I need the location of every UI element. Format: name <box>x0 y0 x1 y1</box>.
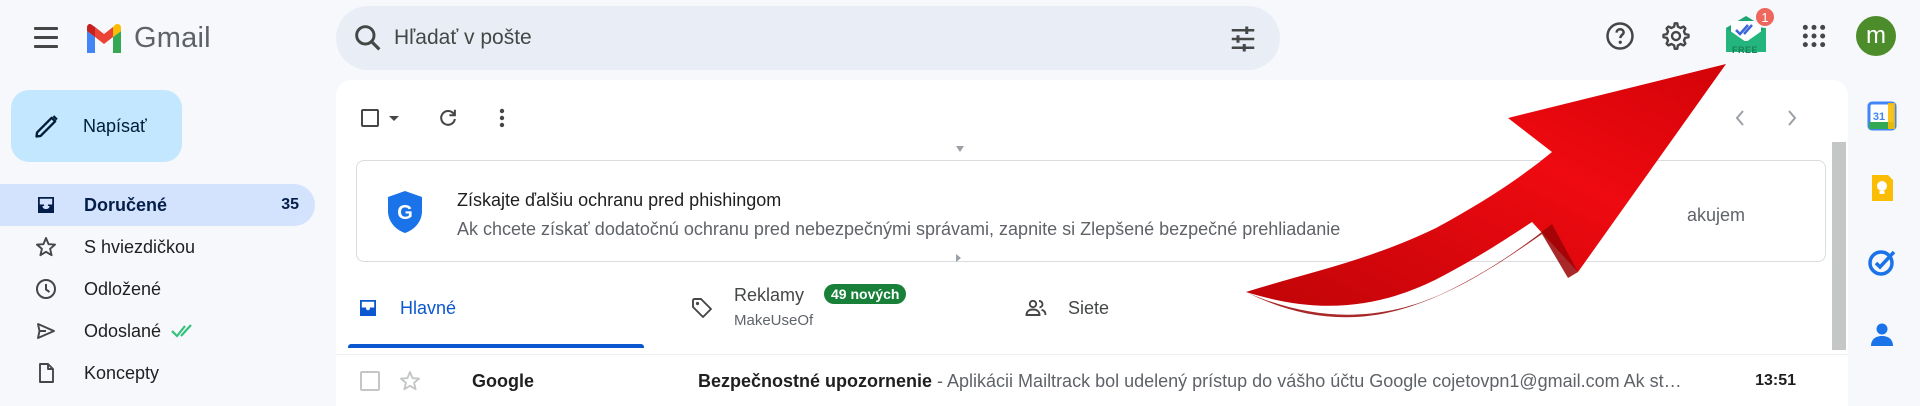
shield-icon: G <box>388 191 422 233</box>
gear-icon <box>1662 22 1690 50</box>
sidebar-item-label: S hviezdičkou <box>84 237 196 257</box>
sidebar-item-drafts[interactable]: Koncepty <box>0 352 315 394</box>
email-preview: Bezpečnostné upozornenie - Aplikácii Mai… <box>698 371 1722 392</box>
main-menu-button[interactable] <box>30 22 66 52</box>
email-sender: Google <box>472 371 534 391</box>
refresh-icon <box>440 109 456 126</box>
banner-text: Ak chcete získať dodatočnú ochranu pred … <box>457 219 1341 239</box>
email-row[interactable]: Google Bezpečnostné upozornenie - Apliká… <box>336 354 1848 406</box>
unread-count: 35 <box>281 196 299 213</box>
gmail-m-icon <box>87 24 121 53</box>
apps-grid-icon <box>1802 24 1826 48</box>
older-page-button[interactable] <box>1774 100 1810 136</box>
newer-page-button[interactable] <box>1722 100 1758 136</box>
account-avatar[interactable]: m <box>1856 16 1896 56</box>
mailtrack-plan-label: FREE <box>1732 45 1759 55</box>
google-apps-button[interactable] <box>1796 18 1832 54</box>
pencil-icon <box>35 115 58 138</box>
svg-text:31: 31 <box>1873 111 1885 123</box>
sidebar-item-sent[interactable]: Odoslané <box>0 310 315 352</box>
settings-button[interactable] <box>1658 18 1694 54</box>
star-icon <box>36 237 56 257</box>
contacts-icon[interactable] <box>1866 318 1898 350</box>
send-icon <box>37 323 55 339</box>
star-icon[interactable] <box>398 369 422 393</box>
row-checkbox[interactable] <box>360 371 380 391</box>
notification-badge: 1 <box>1754 6 1776 28</box>
mail-list-panel: G Získajte ďalšiu ochranu pred phishingo… <box>336 80 1848 406</box>
sidebar-item-label: Doručené <box>84 195 168 215</box>
search-icon[interactable] <box>352 22 384 54</box>
tag-icon <box>692 298 712 318</box>
email-snippet: - Aplikácii Mailtrack bol udelený prístu… <box>932 371 1682 391</box>
tab-social[interactable]: Siete <box>1004 268 1324 344</box>
more-options-button[interactable] <box>484 100 520 136</box>
inbox-icon <box>360 300 376 316</box>
svg-text:G: G <box>397 202 413 224</box>
phishing-protection-banner: G Získajte ďalšiu ochranu pred phishingo… <box>356 160 1826 262</box>
chevron-left-icon <box>1735 110 1744 126</box>
people-icon <box>1025 299 1047 316</box>
more-vertical-icon <box>499 108 505 128</box>
dismiss-button[interactable]: akujem <box>1687 205 1745 226</box>
email-time: 13:51 <box>1755 372 1796 389</box>
sidebar-item-label: Odoslané <box>84 321 162 341</box>
compose-button[interactable]: Napísať <box>11 90 182 162</box>
gmail-logo[interactable]: Gmail <box>84 18 211 58</box>
compose-label: Napísať <box>83 116 147 136</box>
search-bar[interactable] <box>336 6 1280 70</box>
caret-down-icon <box>389 115 399 121</box>
select-all-checkbox[interactable] <box>352 100 408 136</box>
search-input[interactable] <box>394 20 1154 56</box>
new-count-badge: 49 nových <box>824 284 907 304</box>
tab-promotions[interactable]: Reklamy 49 nových MakeUseOf <box>670 268 990 344</box>
sidebar-item-label: Odložené <box>84 279 162 299</box>
checkbox-icon <box>361 109 379 127</box>
keep-icon[interactable] <box>1866 172 1898 204</box>
mailtrack-check-icon <box>171 324 192 338</box>
sidebar-item-label: Koncepty <box>84 363 160 383</box>
tab-label: Reklamy <box>734 285 805 305</box>
help-icon <box>1606 22 1634 50</box>
tab-label: Siete <box>1068 298 1110 318</box>
banner-title: Získajte ďalšiu ochranu pred phishingom <box>457 190 782 210</box>
draft-icon <box>39 363 54 383</box>
refresh-button[interactable] <box>430 100 466 136</box>
tab-sender-preview: MakeUseOf <box>734 312 814 329</box>
support-button[interactable] <box>1602 18 1638 54</box>
inbox-icon <box>38 197 54 213</box>
tab-label: Hlavné <box>400 298 457 318</box>
resize-handle-icon <box>956 254 961 262</box>
email-subject: Bezpečnostné upozornenie <box>698 371 933 391</box>
scrollbar[interactable] <box>1832 142 1846 350</box>
search-options-icon[interactable] <box>1228 24 1258 54</box>
collapse-arrow-icon <box>956 146 964 152</box>
gmail-wordmark: Gmail <box>134 21 211 54</box>
calendar-icon[interactable]: 31 <box>1866 100 1898 132</box>
enable-button[interactable]: Pol <box>1501 205 1527 226</box>
clock-icon <box>36 279 56 299</box>
tab-primary[interactable]: Hlavné <box>336 268 656 348</box>
sidebar-item-starred[interactable]: S hviezdičkou <box>0 226 315 268</box>
sidebar-item-inbox[interactable]: Doručené 35 <box>0 184 315 226</box>
tasks-icon[interactable] <box>1866 246 1898 278</box>
active-tab-indicator <box>348 344 644 348</box>
chevron-right-icon <box>1788 110 1797 126</box>
sidebar-item-snoozed[interactable]: Odložené <box>0 268 315 310</box>
